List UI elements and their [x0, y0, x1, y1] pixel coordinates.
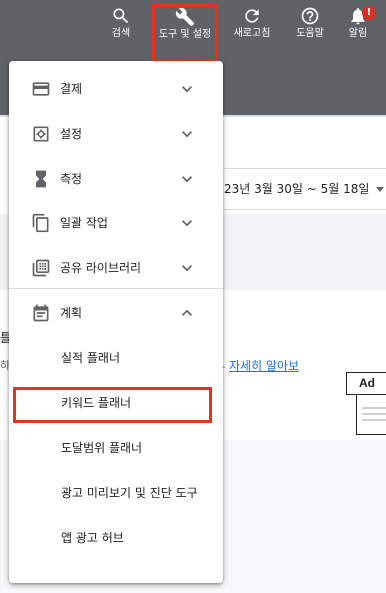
search-label: 검색 — [111, 28, 131, 39]
menu-section-measurement[interactable]: 측정 — [9, 157, 223, 201]
menu-item-ad-preview-tool[interactable]: 광고 미리보기 및 진단 도구 — [9, 471, 223, 515]
alerts-button[interactable]: ! 알림 — [329, 6, 386, 40]
ad-label: Ad — [359, 376, 375, 390]
search-icon — [113, 8, 129, 24]
menu-section-label: 설정 — [60, 127, 83, 141]
credit-card-icon — [32, 82, 50, 96]
menu-section-label: 결제 — [60, 82, 83, 96]
menu-section-bulk-actions[interactable]: 일괄 작업 — [9, 201, 223, 245]
menu-section-settings[interactable]: 설정 — [9, 112, 223, 156]
caret-down-icon — [376, 187, 384, 192]
refresh-label: 새로고침 — [233, 28, 271, 39]
refresh-icon — [245, 9, 259, 23]
menu-item-label: 앱 광고 허브 — [61, 531, 124, 545]
wrench-icon — [175, 7, 195, 27]
copy-icon — [32, 213, 49, 233]
search-button[interactable]: 검색 — [92, 6, 150, 40]
library-icon — [32, 259, 50, 277]
menu-divider — [9, 288, 223, 289]
chevron-down-icon — [182, 220, 192, 227]
help-icon — [301, 7, 319, 25]
chevron-down-icon — [182, 131, 192, 138]
menu-item-label: 도달범위 플래너 — [61, 441, 143, 455]
top-toolbar: 검색 도구 및 설정 새로고침 도움말 ! 알림 — [0, 0, 386, 63]
tools-and-settings-button[interactable]: 도구 및 설정 — [152, 4, 218, 62]
learn-more-link[interactable]: 자세히 알아보 — [229, 357, 299, 374]
ad-illustration: Ad — [346, 372, 386, 435]
menu-item-reach-planner[interactable]: 도달범위 플래너 — [9, 426, 223, 470]
date-range-text: 23년 3월 30일 ~ 5월 18일 — [224, 182, 370, 196]
menu-item-app-ads-hub[interactable]: 앱 광고 허브 — [9, 516, 223, 560]
date-range-selector[interactable]: 23년 3월 30일 ~ 5월 18일 — [222, 168, 386, 210]
menu-section-billing[interactable]: 결제 — [9, 67, 223, 111]
chevron-down-icon — [182, 265, 192, 272]
chevron-up-icon — [182, 309, 192, 316]
calendar-icon — [33, 304, 49, 322]
refresh-button[interactable]: 새로고침 — [223, 6, 281, 40]
menu-section-planning[interactable]: 계획 — [9, 291, 223, 335]
alerts-label: 알림 — [348, 28, 368, 39]
menu-item-label: 광고 미리보기 및 진단 도구 — [61, 486, 198, 500]
menu-item-performance-planner[interactable]: 실적 플래너 — [9, 336, 223, 380]
hourglass-icon — [36, 170, 46, 188]
menu-section-shared-library[interactable]: 공유 라이브러리 — [9, 246, 223, 290]
tools-label: 도구 및 설정 — [158, 29, 212, 40]
menu-section-label: 계획 — [60, 306, 83, 320]
chevron-down-icon — [182, 176, 192, 183]
settings-icon — [33, 126, 49, 142]
alerts-badge: ! — [362, 6, 376, 20]
menu-section-label: 측정 — [60, 172, 83, 186]
tools-menu: 결제 설정 측정 일괄 작업 공유 라이브러리 계획 실적 플래너 키워드 플래… — [9, 61, 223, 583]
chevron-down-icon — [182, 86, 192, 93]
menu-item-label: 실적 플래너 — [61, 351, 121, 365]
menu-section-label: 공유 라이브러리 — [60, 261, 142, 275]
menu-section-label: 일괄 작업 — [60, 216, 108, 230]
keyword-planner-highlight — [13, 387, 212, 423]
